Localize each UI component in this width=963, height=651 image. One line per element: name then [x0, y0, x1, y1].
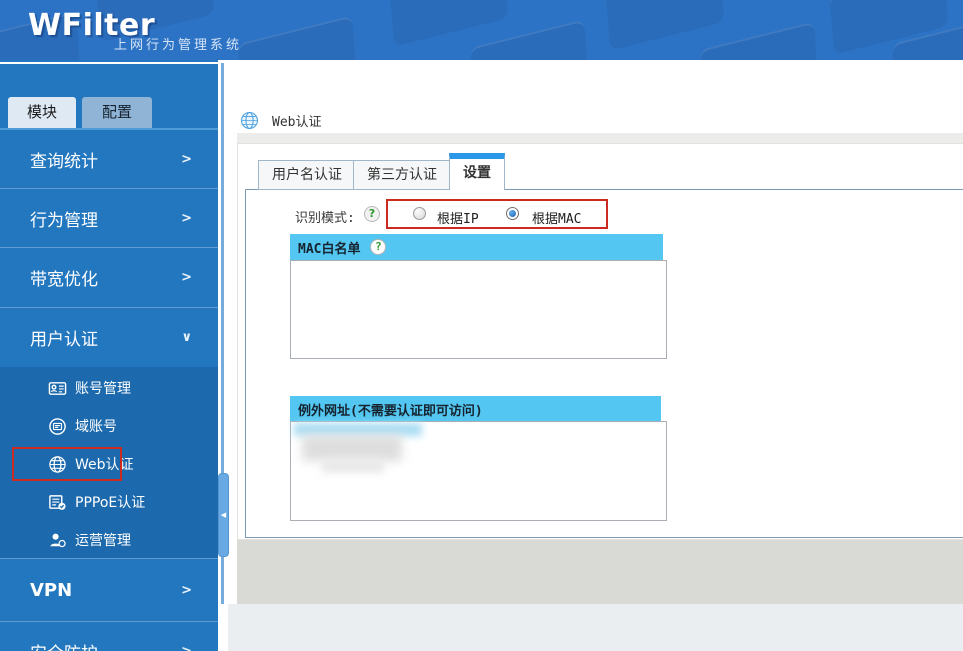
sidebar-item-label: 带宽优化 — [30, 270, 98, 290]
section-header-exception-urls: 例外网址(不需要认证即可访问) — [290, 396, 661, 422]
breadcrumb: Web认证 — [240, 111, 321, 130]
section-title: MAC白名单 — [298, 241, 361, 257]
sidebar-subitem-label: 账号管理 — [75, 381, 131, 397]
sidebar-item-behavior-mgmt[interactable]: 行为管理 > — [0, 188, 218, 247]
sidebar-tab-config[interactable]: 配置 — [82, 97, 152, 128]
chevron-right-icon: > — [181, 582, 192, 598]
tab-username-auth[interactable]: 用户名认证 — [258, 160, 356, 190]
wfilter-app: WFilter 上网行为管理系统 模块 配置 查询统计 > 行为管理 > 带宽优… — [0, 0, 963, 651]
sidebar-subitem-pppoe-auth[interactable]: PPPoE认证 — [0, 483, 218, 521]
sidebar-item-user-auth[interactable]: 用户认证 ∨ — [0, 307, 218, 367]
app-header: WFilter 上网行为管理系统 — [0, 0, 963, 60]
document-check-icon — [48, 493, 67, 512]
sidebar-item-bandwidth[interactable]: 带宽优化 > — [0, 247, 218, 307]
sidebar-item-vpn[interactable]: VPN > — [0, 558, 218, 621]
main-content: Web认证 用户名认证 第三方认证 设置 识别模式: ? 根据IP 根据MAC … — [221, 60, 963, 651]
collapse-arrow-icon: ◀ — [220, 511, 227, 519]
globe-icon — [48, 455, 67, 474]
sidebar-subitem-domain-account[interactable]: 域账号 — [0, 407, 218, 445]
sidebar-subitem-label: Web认证 — [75, 457, 134, 473]
chevron-right-icon: > — [181, 270, 192, 285]
chevron-down-icon: ∨ — [181, 330, 192, 345]
chevron-right-icon: > — [181, 644, 192, 651]
section-title: 例外网址(不需要认证即可访问) — [298, 403, 483, 419]
mode-label: 识别模式: — [295, 211, 355, 226]
content-card: 用户名认证 第三方认证 设置 识别模式: ? 根据IP 根据MAC MAC白名单… — [237, 143, 963, 540]
sidebar-subitem-label: 域账号 — [75, 419, 117, 435]
mac-whitelist-textarea[interactable] — [290, 260, 667, 359]
tab-settings[interactable]: 设置 — [449, 153, 505, 190]
exception-urls-textarea[interactable] — [290, 421, 667, 521]
breadcrumb-label: Web认证 — [272, 115, 322, 130]
sidebar-subitem-label: 运营管理 — [75, 533, 131, 549]
id-card-icon — [48, 379, 67, 398]
sidebar-item-security[interactable]: 安全防护 > — [0, 621, 218, 651]
sidebar-subitem-account-mgmt[interactable]: 账号管理 — [0, 369, 218, 407]
sidebar: 模块 配置 查询统计 > 行为管理 > 带宽优化 > 用户认证 ∨ 账号管理 域… — [0, 60, 218, 651]
settings-panel: 识别模式: ? 根据IP 根据MAC MAC白名单 ? 例外网址(不需要认证即可… — [245, 189, 963, 538]
page-background — [221, 604, 963, 651]
exception-urls-area — [290, 421, 667, 521]
tab-thirdparty-auth[interactable]: 第三方认证 — [353, 160, 451, 190]
sidebar-item-label: VPN — [30, 579, 73, 601]
sidebar-collapse-handle[interactable]: ◀ — [218, 473, 229, 557]
sidebar-item-label: 安全防护 — [30, 639, 98, 651]
chevron-right-icon: > — [181, 210, 192, 226]
radio-by-ip[interactable] — [413, 207, 426, 220]
sidebar-subitem-operations-mgmt[interactable]: 运营管理 — [0, 521, 218, 559]
globe-icon — [240, 111, 259, 130]
sidebar-item-label: 行为管理 — [30, 210, 98, 231]
help-icon[interactable]: ? — [364, 206, 380, 222]
domain-account-icon — [48, 417, 67, 436]
sidebar-item-query-stats[interactable]: 查询统计 > — [0, 130, 218, 188]
help-icon[interactable]: ? — [370, 239, 387, 255]
section-header-mac-whitelist: MAC白名单 ? — [290, 234, 663, 260]
card-top-strip — [237, 133, 963, 143]
action-bar — [237, 540, 963, 604]
sidebar-item-label: 查询统计 — [30, 151, 98, 172]
radio-by-mac[interactable] — [506, 207, 519, 220]
sidebar-tab-modules[interactable]: 模块 — [8, 97, 76, 128]
sidebar-subitem-web-auth[interactable]: Web认证 — [0, 445, 218, 483]
sidebar-submenu-user-auth: 账号管理 域账号 Web认证 PPPoE认证 运营管理 — [0, 367, 218, 558]
operator-icon — [48, 531, 67, 550]
radio-by-mac-label[interactable]: 根据MAC — [532, 208, 581, 227]
radio-by-ip-label[interactable]: 根据IP — [437, 208, 479, 227]
chevron-right-icon: > — [181, 151, 192, 167]
sidebar-item-label: 用户认证 — [30, 330, 98, 350]
sidebar-divider — [0, 62, 218, 64]
sidebar-subitem-label: PPPoE认证 — [75, 495, 146, 511]
app-subtitle: 上网行为管理系统 — [114, 38, 243, 53]
